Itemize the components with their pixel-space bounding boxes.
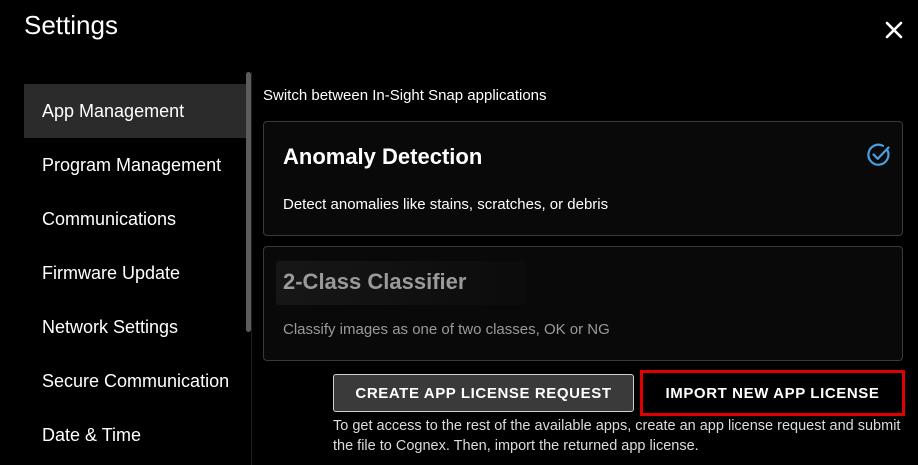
sidebar-item-communications[interactable]: Communications — [24, 192, 248, 246]
sidebar-item-secure-communication[interactable]: Secure Communication — [24, 354, 248, 408]
sidebar-item-label: App Management — [42, 100, 185, 121]
sidebar-item-label: Secure Communication — [42, 370, 230, 391]
sidebar-item-program-management[interactable]: Program Management — [24, 138, 248, 192]
divider — [251, 72, 252, 465]
sidebar-item-firmware-update[interactable]: Firmware Update — [24, 246, 248, 300]
app-card-title: Anomaly Detection — [283, 144, 483, 169]
sidebar-item-date-time[interactable]: Date & Time — [24, 408, 248, 462]
app-card-description: Classify images as one of two classes, O… — [283, 321, 610, 338]
create-app-license-request-button[interactable]: CREATE APP LICENSE REQUEST — [333, 374, 634, 412]
sidebar-item-label: Program Management — [42, 154, 222, 175]
import-new-app-license-button[interactable]: IMPORT NEW APP LICENSE — [643, 373, 902, 413]
page-title: Settings — [24, 10, 118, 40]
section-subtitle: Switch between In-Sight Snap application… — [263, 87, 547, 104]
app-card-title: 2-Class Classifier — [283, 269, 467, 294]
license-help-text: To get access to the rest of the availab… — [333, 418, 901, 454]
sidebar-item-network-settings[interactable]: Network Settings — [24, 300, 248, 354]
sidebar-item-label: Date & Time — [42, 424, 142, 445]
app-card-description: Detect anomalies like stains, scratches,… — [283, 196, 609, 213]
sidebar-item-label: Communications — [42, 208, 177, 229]
sidebar-item-label: Firmware Update — [42, 262, 181, 283]
sidebar-item-label: Network Settings — [42, 316, 179, 337]
settings-sidebar: App Management Program Management Commun… — [24, 84, 248, 465]
app-card-anomaly-detection[interactable]: Anomaly Detection Detect anomalies like … — [263, 121, 903, 236]
close-icon[interactable] — [882, 18, 906, 42]
app-card-2-class-classifier[interactable]: 2-Class Classifier Classify images as on… — [263, 246, 903, 361]
sidebar-item-app-management[interactable]: App Management — [24, 84, 248, 138]
check-circle-icon — [866, 142, 892, 168]
